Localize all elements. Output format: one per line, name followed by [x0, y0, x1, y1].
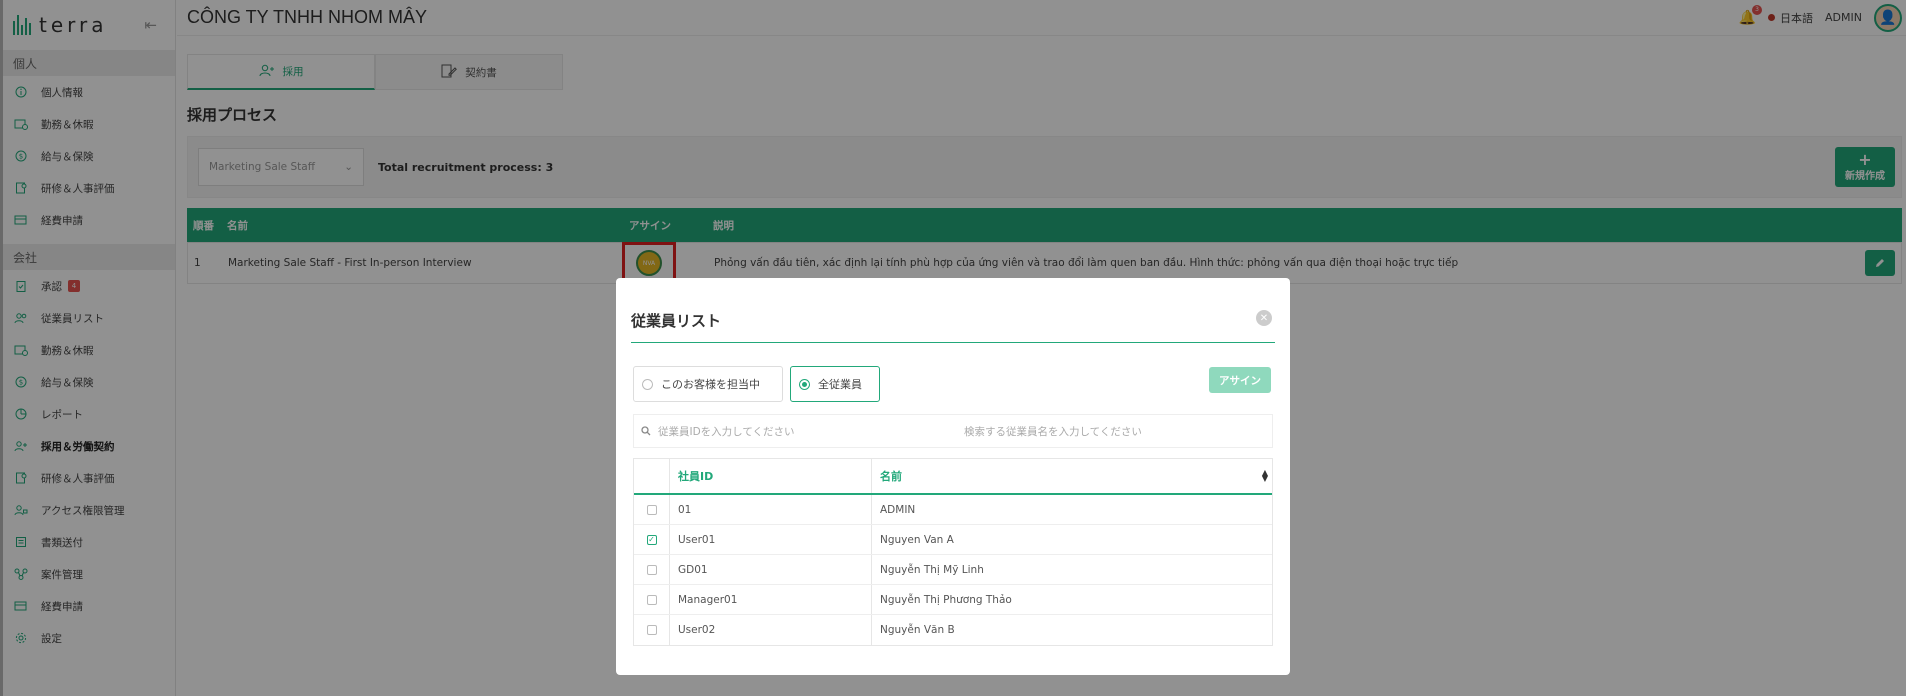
search-icon [634, 426, 658, 436]
modal-divider [631, 342, 1275, 343]
radio-assigned[interactable] [642, 378, 653, 390]
header-employee-name[interactable]: 名前 ▲ ▼ [872, 459, 1272, 493]
table-row[interactable]: Manager01 Nguyễn Thị Phương Thảo [634, 585, 1272, 615]
employee-id: Manager01 [670, 585, 872, 614]
checkbox-cell [634, 585, 670, 614]
close-icon[interactable]: ✕ [1256, 310, 1272, 326]
option-all-label: 全従業員 [818, 378, 862, 391]
table-row[interactable]: ✓ User01 Nguyen Van A [634, 525, 1272, 555]
row-checkbox-checked[interactable]: ✓ [646, 534, 657, 545]
row-checkbox[interactable] [646, 625, 657, 635]
radio-all[interactable] [799, 378, 810, 390]
employee-id: User02 [670, 615, 872, 645]
employee-name: Nguyễn Thị Mỹ Linh [880, 563, 984, 576]
employee-name: Nguyen Van A [880, 533, 954, 546]
table-row[interactable]: 01 ADMIN [634, 495, 1272, 525]
employee-name-search-input[interactable]: 検索する従業員名を入力してください [964, 424, 1142, 439]
assign-button[interactable]: アサイン [1209, 367, 1271, 393]
checkbox-cell [634, 495, 670, 524]
option-assigned-employees[interactable]: このお客様を担当中 [633, 366, 783, 402]
option-assigned-label: このお客様を担当中 [661, 378, 760, 391]
employee-table: 社員ID 名前 ▲ ▼ 01 ADMIN ✓ User01 Nguyen Van … [633, 458, 1273, 646]
modal-title: 従業員リスト [631, 312, 722, 330]
row-checkbox[interactable] [646, 594, 657, 605]
employee-id: GD01 [670, 555, 872, 584]
employee-name: ADMIN [880, 503, 916, 516]
employee-id: 01 [670, 495, 872, 524]
employee-id: User01 [670, 525, 872, 554]
employee-list-modal: 従業員リスト ✕ このお客様を担当中 全従業員 アサイン 従業員IDを入力してく… [616, 278, 1290, 675]
sort-icon[interactable]: ▲ ▼ [1262, 469, 1268, 483]
row-checkbox[interactable] [646, 564, 657, 575]
employee-id-search-input[interactable]: 従業員IDを入力してください [658, 424, 964, 439]
row-checkbox[interactable] [646, 504, 657, 515]
table-row[interactable]: GD01 Nguyễn Thị Mỹ Linh [634, 555, 1272, 585]
checkbox-cell [634, 555, 670, 584]
checkbox-cell [634, 615, 670, 645]
header-name-label: 名前 [880, 470, 902, 483]
checkbox-cell: ✓ [634, 525, 670, 554]
header-employee-id[interactable]: 社員ID [670, 459, 872, 493]
employee-name: Nguyễn Thị Phương Thảo [880, 593, 1012, 606]
header-checkbox-cell [634, 459, 670, 493]
employee-table-header: 社員ID 名前 ▲ ▼ [634, 459, 1272, 495]
employee-name: Nguyễn Văn B [880, 624, 955, 636]
option-all-employees[interactable]: 全従業員 [790, 366, 880, 402]
table-row[interactable]: User02 Nguyễn Văn B [634, 615, 1272, 645]
search-row: 従業員IDを入力してください 検索する従業員名を入力してください [633, 414, 1273, 448]
